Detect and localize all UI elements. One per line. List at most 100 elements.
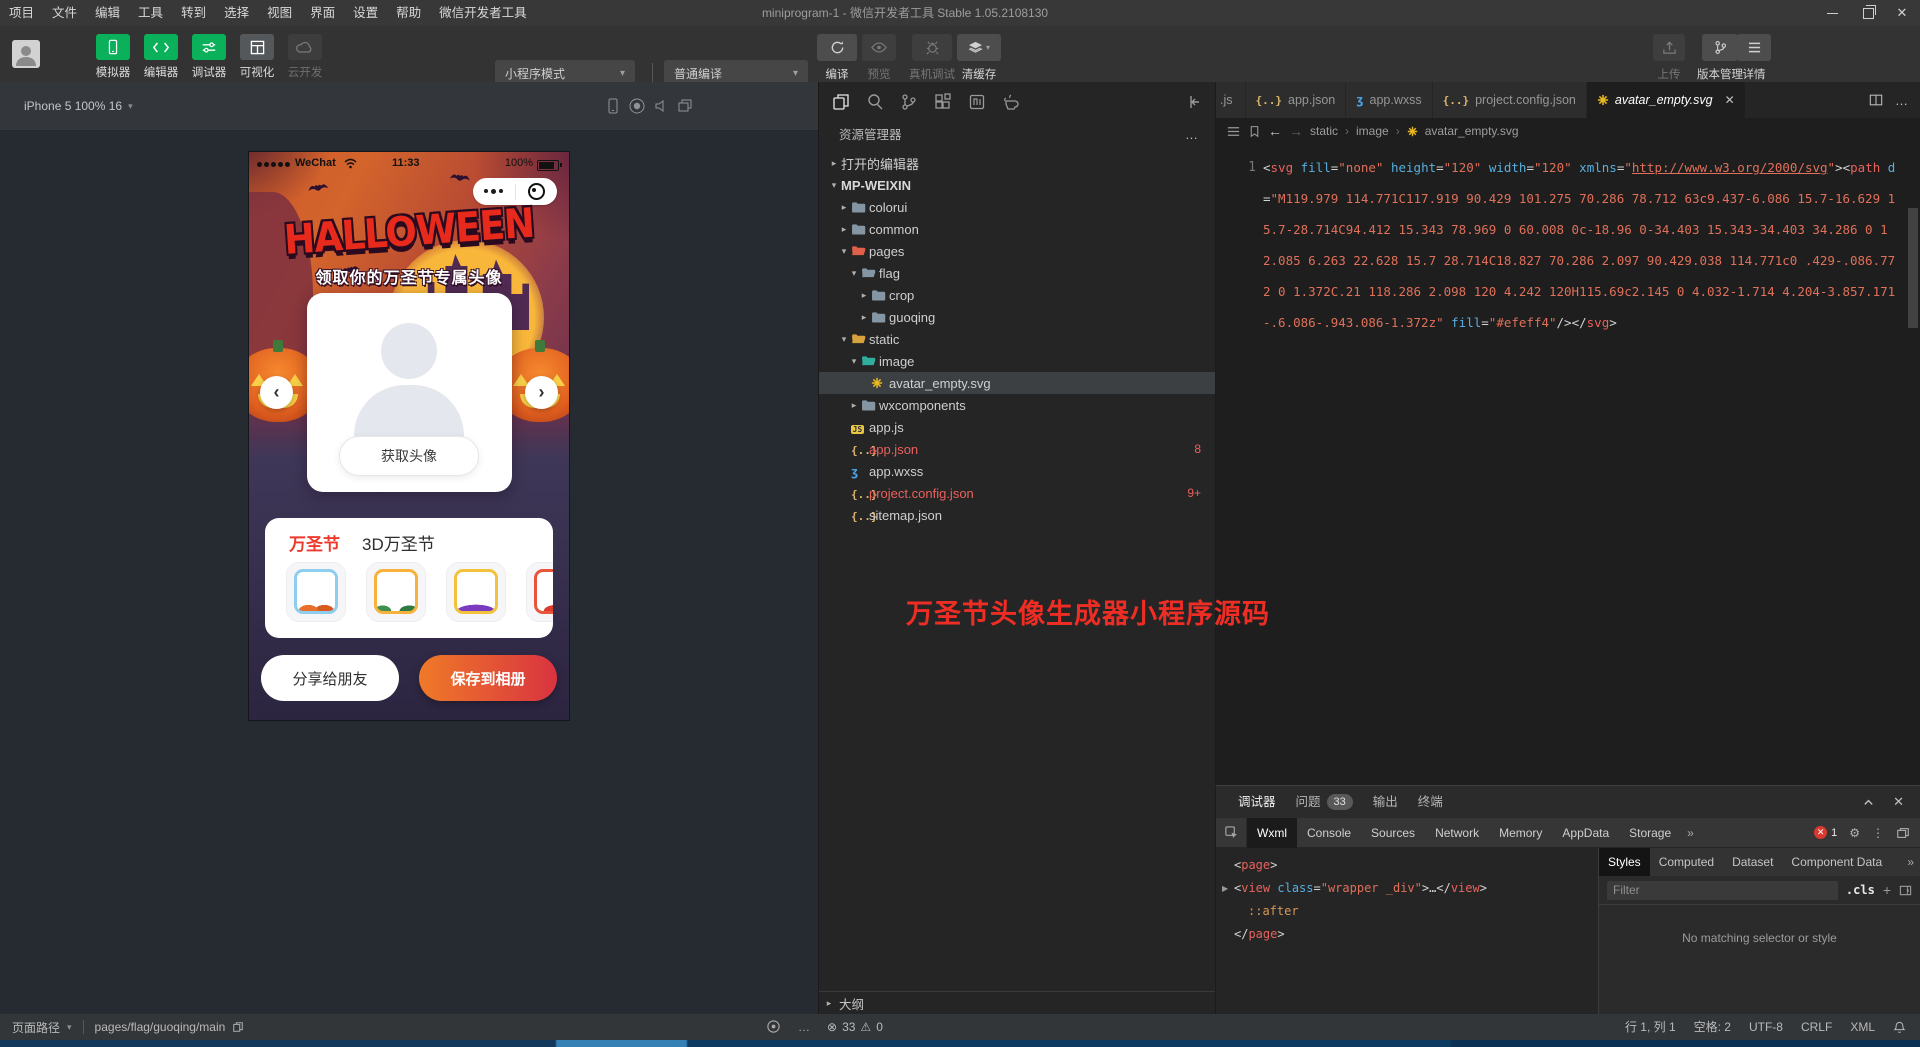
menubar-item-8[interactable]: 设置 (344, 0, 387, 26)
menubar-item-4[interactable]: 转到 (172, 0, 215, 26)
explorer-item-colorui[interactable]: ▸colorui (819, 196, 1215, 218)
tea-break-icon[interactable] (1001, 92, 1021, 112)
statusbar-info-3[interactable]: CRLF (1801, 1014, 1832, 1040)
toolbar-phone-toggle[interactable]: 模拟器 (89, 34, 137, 80)
menubar-item-10[interactable]: 微信开发者工具 (430, 0, 536, 26)
more-actions-icon[interactable]: … (1895, 93, 1908, 108)
npm-scripts-icon[interactable] (967, 92, 987, 112)
multi-window-icon[interactable] (676, 97, 694, 115)
menubar-item-1[interactable]: 文件 (43, 0, 86, 26)
close-panel-icon[interactable]: ✕ (1893, 794, 1904, 810)
device-preview-icon[interactable] (604, 97, 622, 115)
styles-overflow-icon[interactable]: » (1901, 855, 1920, 869)
explorer-item-app.json[interactable]: {..}app.json8 (819, 438, 1215, 460)
devtools-tab-sources[interactable]: Sources (1361, 818, 1425, 848)
devtools-tab-storage[interactable]: Storage (1619, 818, 1681, 848)
styles-tab-computed[interactable]: Computed (1650, 848, 1723, 876)
menubar-item-7[interactable]: 界面 (301, 0, 344, 26)
user-avatar[interactable] (12, 40, 40, 68)
error-count-badge[interactable]: ✕1 (1814, 826, 1837, 839)
explorer-item-static[interactable]: ▾static (819, 328, 1215, 350)
statusbar-more-icon[interactable]: … (798, 1014, 811, 1040)
toolbar-menu-button[interactable]: 详情 (1737, 34, 1771, 82)
menubar-item-2[interactable]: 编辑 (86, 0, 129, 26)
kebab-menu-icon[interactable]: ⋮ (1872, 826, 1884, 840)
styles-tab-styles[interactable]: Styles (1599, 848, 1650, 876)
explorer-item-image[interactable]: ▾image (819, 350, 1215, 372)
nav-forward-icon[interactable]: → (1289, 123, 1303, 139)
new-style-rule-icon[interactable]: + (1883, 882, 1891, 898)
style-filter-input[interactable] (1607, 881, 1838, 900)
toolbar-eye-button[interactable]: 预览 (862, 34, 896, 82)
collapse-panel-icon[interactable] (1862, 796, 1875, 809)
debugger-tab-调试器[interactable]: 调试器 (1238, 786, 1276, 819)
toolbar-debug-toggle[interactable]: 调试器 (185, 34, 233, 80)
devtools-tab-appdata[interactable]: AppData (1552, 818, 1619, 848)
debugger-tab-问题[interactable]: 问题33 (1296, 786, 1353, 818)
debugger-tab-输出[interactable]: 输出 (1373, 786, 1398, 818)
menubar-item-0[interactable]: 项目 (0, 0, 43, 26)
save-to-album-button[interactable]: 保存到相册 (419, 655, 557, 701)
device-selector[interactable]: iPhone 5 100% 16 (24, 99, 122, 113)
explorer-item-MP-WEIXIN[interactable]: ▾MP-WEIXIN (819, 174, 1215, 196)
frame-tab-0[interactable]: 万圣节 (289, 530, 340, 555)
pumpkin-frame[interactable] (286, 562, 346, 622)
toolbar-layers-button[interactable]: ▾清缓存 (957, 34, 1001, 82)
red-frame[interactable] (526, 562, 553, 622)
explorer-item-crop[interactable]: ▸crop (819, 284, 1215, 306)
editor-tab-avatar_empty.svg[interactable]: avatar_empty.svg✕ (1587, 82, 1746, 118)
collapse-sidebar-icon[interactable] (1183, 92, 1203, 112)
wxml-line-2[interactable]: ::after (1222, 900, 1598, 923)
inspect-element-icon[interactable] (1216, 818, 1247, 848)
devtools-tab-console[interactable]: Console (1297, 818, 1361, 848)
toolbar-code-toggle[interactable]: 编辑器 (137, 34, 185, 80)
toolbar-upload-button[interactable]: 上传 (1653, 34, 1685, 82)
bookmark-icon[interactable] (1248, 125, 1261, 138)
editor-scrollbar[interactable] (1908, 208, 1918, 328)
wxml-line-1[interactable]: ▶<view class="wrapper _div">…</view> (1222, 877, 1598, 900)
page-path-label[interactable]: 页面路径 (12, 1019, 60, 1036)
statusbar-info-1[interactable]: 空格: 2 (1694, 1014, 1731, 1040)
frame-tab-1[interactable]: 3D万圣节 (362, 530, 435, 555)
wxml-line-3[interactable]: </page> (1222, 923, 1598, 946)
close-button[interactable]: ✕ (1884, 0, 1920, 26)
explorer-item-avatar_empty.svg[interactable]: avatar_empty.svg (819, 372, 1215, 394)
split-editor-icon[interactable] (1869, 93, 1883, 107)
styles-tab-dataset[interactable]: Dataset (1723, 848, 1782, 876)
menubar-item-5[interactable]: 选择 (215, 0, 258, 26)
toolbar-layout-toggle[interactable]: 可视化 (233, 34, 281, 80)
explorer-item-project.config.json[interactable]: {..}project.config.json9+ (819, 482, 1215, 504)
dock-side-icon[interactable] (1896, 826, 1910, 840)
toolbar-refresh-button[interactable]: 编译 (817, 34, 857, 82)
wxml-line-0[interactable]: <page> (1222, 854, 1598, 877)
breadcrumb-item-1[interactable]: image (1356, 124, 1389, 138)
copy-path-icon[interactable] (232, 1021, 244, 1033)
explorer-item-pages[interactable]: ▾pages (819, 240, 1215, 262)
breadcrumb-item-2[interactable]: avatar_empty.svg (1425, 124, 1519, 138)
mute-icon[interactable] (652, 97, 670, 115)
editor-tab-project.config.json[interactable]: {..}project.config.json (1433, 82, 1587, 118)
more-actions-icon[interactable]: … (1185, 122, 1199, 148)
outline-list-icon[interactable] (1226, 124, 1241, 139)
debugger-tab-终端[interactable]: 终端 (1418, 786, 1443, 818)
share-button[interactable]: 分享给朋友 (261, 655, 399, 701)
code-editor[interactable]: 1 <svg fill="none" height="120" width="1… (1216, 144, 1920, 785)
styles-tab-component-data[interactable]: Component Data (1782, 848, 1891, 876)
toolbar-cloud-toggle[interactable]: 云开发 (281, 34, 329, 80)
outline-section[interactable]: ▸ 大纲 (819, 991, 1215, 1014)
editor-tab-.js[interactable]: .js (1216, 82, 1246, 118)
toggle-class-button[interactable]: .cls (1846, 883, 1875, 897)
explorer-item-sitemap.json[interactable]: {..}sitemap.json (819, 504, 1215, 526)
problems-summary[interactable]: ⊗ 33 ⚠ 0 (827, 1014, 883, 1040)
editor-tab-app.wxss[interactable]: ʒapp.wxss (1346, 82, 1432, 118)
explorer-item-flag[interactable]: ▾flag (819, 262, 1215, 284)
record-icon[interactable] (628, 97, 646, 115)
capsule-more-button[interactable] (473, 189, 515, 194)
devtools-tab-memory[interactable]: Memory (1489, 818, 1552, 848)
next-frame-button[interactable]: › (525, 376, 558, 409)
close-tab-icon[interactable]: ✕ (1725, 93, 1735, 107)
menubar-item-9[interactable]: 帮助 (387, 0, 430, 26)
explorer-item-guoqing[interactable]: ▸guoqing (819, 306, 1215, 328)
overflow-tabs-icon[interactable]: » (1681, 826, 1700, 840)
nav-back-icon[interactable]: ← (1268, 123, 1282, 139)
